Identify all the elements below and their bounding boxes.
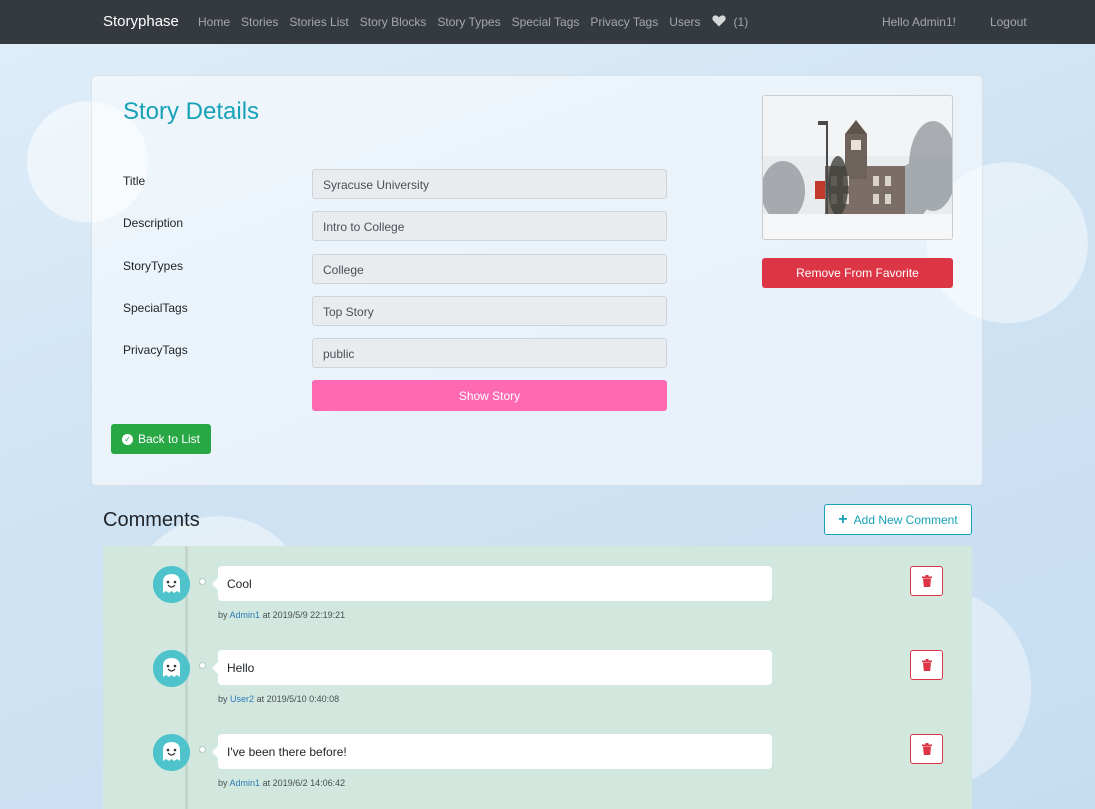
storytypes-field[interactable]: College	[312, 254, 667, 284]
greeting-link[interactable]: Hello Admin1!	[882, 15, 956, 29]
title-label: Title	[123, 174, 146, 188]
nav-right: Hello Admin1! Logout	[882, 15, 1027, 29]
delete-comment-button[interactable]	[910, 566, 943, 596]
comment-timestamp: at 2019/5/9 22:19:21	[262, 610, 346, 620]
show-story-button[interactable]: Show Story	[312, 380, 667, 411]
trash-icon	[921, 659, 932, 671]
brand-link[interactable]: Storyphase	[103, 13, 179, 30]
nav-privacy-tags[interactable]: Privacy Tags	[590, 15, 658, 29]
comments-panel: Cool by Admin1 at 2019/5/9 22:19:21 Hell…	[103, 546, 972, 809]
description-field[interactable]: Intro to College	[312, 211, 667, 241]
avatar	[153, 650, 190, 687]
specialtags-field[interactable]: Top Story	[312, 296, 667, 326]
comments-heading: Comments	[103, 509, 200, 531]
trash-icon	[921, 743, 932, 755]
timeline-dot	[199, 662, 206, 669]
remove-favorite-button[interactable]: Remove From Favorite	[762, 258, 953, 288]
back-to-list-label: Back to List	[137, 432, 201, 446]
specialtags-label: SpecialTags	[123, 301, 188, 315]
meta-by: by	[218, 778, 228, 788]
title-field[interactable]: Syracuse University	[312, 169, 667, 199]
add-comment-button[interactable]: + Add New Comment	[824, 504, 972, 535]
favorites-count[interactable]: (1)	[734, 15, 749, 29]
trash-icon	[921, 575, 932, 587]
comment-author-link[interactable]: User2	[230, 694, 254, 704]
nav-story-blocks[interactable]: Story Blocks	[360, 15, 427, 29]
delete-comment-button[interactable]	[910, 650, 943, 680]
add-comment-label: Add New Comment	[853, 512, 958, 527]
comment-text: Hello	[212, 650, 772, 685]
comment-meta: by Admin1 at 2019/6/2 14:06:42	[218, 778, 345, 788]
delete-comment-button[interactable]	[910, 734, 943, 764]
plus-icon: +	[838, 510, 848, 528]
comment-meta: by User2 at 2019/5/10 0:40:08	[218, 694, 339, 704]
privacytags-label: PrivacyTags	[123, 343, 188, 357]
description-label: Description	[123, 216, 184, 230]
nav-stories[interactable]: Stories	[241, 15, 278, 29]
comment-meta: by Admin1 at 2019/5/9 22:19:21	[218, 610, 345, 620]
story-image	[762, 95, 953, 240]
comment-author-link[interactable]: Admin1	[230, 610, 261, 620]
story-details-card: Story Details Title Syracuse University …	[91, 75, 983, 486]
page-title: Story Details	[123, 98, 260, 125]
nav-home[interactable]: Home	[198, 15, 230, 29]
comment-author-link[interactable]: Admin1	[230, 778, 261, 788]
nav-special-tags[interactable]: Special Tags	[512, 15, 580, 29]
comment-text: Cool	[212, 566, 772, 601]
storytypes-label: StoryTypes	[123, 259, 184, 273]
privacytags-field[interactable]: public	[312, 338, 667, 368]
nav-links: Home Stories Stories List Story Blocks S…	[198, 15, 759, 29]
avatar	[153, 566, 190, 603]
nav-users[interactable]: Users	[669, 15, 700, 29]
check-circle-icon: ✓	[121, 433, 133, 445]
heart-icon[interactable]	[711, 15, 726, 29]
meta-by: by	[218, 694, 228, 704]
timeline-dot	[199, 746, 206, 753]
nav-story-types[interactable]: Story Types	[437, 15, 500, 29]
nav-stories-list[interactable]: Stories List	[289, 15, 348, 29]
navbar: Storyphase Home Stories Stories List Sto…	[0, 0, 1095, 44]
timeline-dot	[199, 578, 206, 585]
back-to-list-button[interactable]: ✓ Back to List	[111, 424, 211, 454]
avatar	[153, 734, 190, 771]
comment-timestamp: at 2019/5/10 0:40:08	[256, 694, 340, 704]
comment-item: Cool by Admin1 at 2019/5/9 22:19:21	[103, 546, 972, 626]
logout-link[interactable]: Logout	[990, 15, 1027, 29]
comment-item: I've been there before! by Admin1 at 201…	[103, 714, 972, 794]
comment-timestamp: at 2019/6/2 14:06:42	[262, 778, 346, 788]
comment-text: I've been there before!	[212, 734, 772, 769]
meta-by: by	[218, 610, 228, 620]
comment-item: Hello by User2 at 2019/5/10 0:40:08	[103, 630, 972, 710]
